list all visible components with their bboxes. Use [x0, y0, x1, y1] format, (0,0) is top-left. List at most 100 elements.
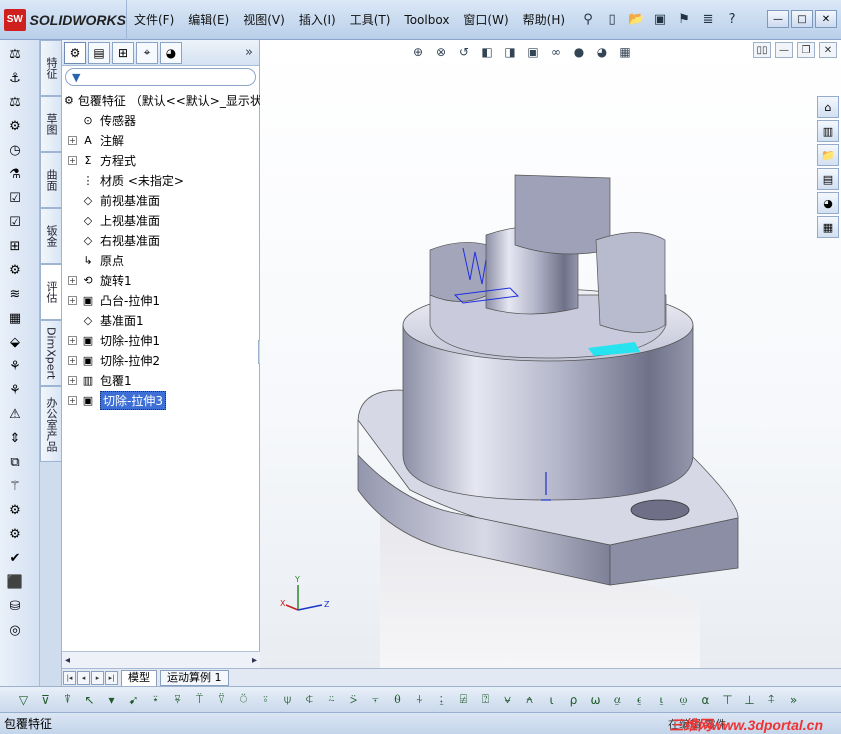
view-settings-icon[interactable]: ▦ [615, 42, 635, 62]
apply-scene-icon[interactable]: ◕ [592, 42, 612, 62]
filter-sketch-segments-icon[interactable]: ⍨ [322, 690, 341, 710]
document-tile-button[interactable]: ▯▯ [753, 42, 771, 58]
document-restore-button[interactable]: ❐ [797, 42, 815, 58]
menu-tools[interactable]: 工具(T) [343, 0, 398, 40]
tree-item[interactable]: ◇ 右视基准面 [62, 230, 259, 250]
display-manager-tab-icon[interactable]: ◕ [160, 41, 182, 64]
filter-midpoints-icon[interactable]: ⍩ [344, 690, 363, 710]
checkmark-icon[interactable]: ✔ [4, 548, 26, 568]
rebuild-icon[interactable]: ⚑ [674, 10, 694, 30]
previous-view-icon[interactable]: ↺ [454, 42, 474, 62]
zoom-to-fit-icon[interactable]: ⊕ [408, 42, 428, 62]
select-cursor-icon[interactable]: ↖ [80, 690, 99, 710]
display-style-icon[interactable]: ▣ [523, 42, 543, 62]
filter-geometric-tolerances-icon[interactable]: ⍯ [454, 690, 473, 710]
clear-filters-icon[interactable]: ⍒ [58, 690, 77, 710]
tree-expand-icon[interactable]: + [68, 375, 77, 385]
coin-stack-icon[interactable]: ⛁ [4, 596, 26, 616]
zoom-to-area-icon[interactable]: ⊗ [431, 42, 451, 62]
filter-face-icon[interactable]: ⊤ [718, 690, 737, 710]
section-properties-icon[interactable]: ⚖ [4, 92, 26, 112]
tree-item[interactable]: ↳ 原点 [62, 250, 259, 270]
costing-icon[interactable]: ⚚ [4, 476, 26, 496]
measure-icon[interactable]: ⚖ [4, 44, 26, 64]
scroll-left-icon[interactable]: ◂ [65, 655, 70, 666]
options-icon[interactable]: ≣ [698, 10, 718, 30]
tree-item[interactable]: ◇ 上视基准面 [62, 210, 259, 230]
prev-tab-icon[interactable]: ◂ [77, 670, 90, 685]
symmetry-check-icon[interactable]: ⚠ [4, 404, 26, 424]
filter-routing-points-icon[interactable]: ⍸ [652, 690, 671, 710]
filter-sketch-points-icon[interactable]: ⍧ [300, 690, 319, 710]
view-palette-icon[interactable]: ▤ [817, 168, 839, 190]
tree-expand-icon[interactable]: + [68, 295, 77, 305]
select-dropdown-icon[interactable]: ▾ [102, 690, 121, 710]
thickness-icon[interactable]: ⚘ [4, 380, 26, 400]
filter-centerlines-icon[interactable]: ⍬ [388, 690, 407, 710]
tree-item[interactable]: + ▣ 切除-拉伸2 [62, 350, 259, 370]
tree-horizontal-scrollbar[interactable]: ◂ ▸ [62, 651, 260, 668]
pointer-icon[interactable]: ➹ [124, 690, 143, 710]
filter-faces-icon[interactable]: ⍡ [190, 690, 209, 710]
file-explorer-icon[interactable]: 📁 [817, 144, 839, 166]
filter-centermarks-icon[interactable]: ⍪ [366, 690, 385, 710]
menu-help[interactable]: 帮助(H) [516, 0, 572, 40]
tab-evaluate[interactable]: 评估 [40, 264, 62, 320]
origin-toolbar-icon[interactable]: ⍏ [762, 690, 781, 710]
zebra-stripes-icon[interactable]: ≋ [4, 284, 26, 304]
graphics-area[interactable]: Y Z X ⊕ ⊗ ↺ ◧ ◨ ▣ ∞ ● ◕ ▦ ▯▯ — ❐ ✕ ⌂ ▥ 📁 [260, 40, 841, 668]
tree-item[interactable]: + ▣ 切除-拉伸1 [62, 330, 259, 350]
filter-toolbar-icon[interactable]: ▽ [14, 690, 33, 710]
edit-appearance-icon[interactable]: ● [569, 42, 589, 62]
configuration-manager-tab-icon[interactable]: ⊞ [112, 41, 134, 64]
filter-datum-features-icon[interactable]: ⍱ [498, 690, 517, 710]
maximize-button[interactable]: □ [791, 10, 813, 28]
filter-cosmetic-threads-icon[interactable]: ⍴ [564, 690, 583, 710]
next-tab-icon[interactable]: ▸ [91, 670, 104, 685]
filter-solid-icon[interactable]: ⍥ [234, 690, 253, 710]
filter-extra-icon[interactable]: ⊥ [740, 690, 759, 710]
filter-toggle-icon[interactable]: ⊽ [36, 690, 55, 710]
filter-planes-icon[interactable]: ⍦ [278, 690, 297, 710]
tree-item[interactable]: ◇ 前视基准面 [62, 190, 259, 210]
appearances-icon[interactable]: ◕ [817, 192, 839, 214]
filter-notes-icon[interactable]: ⍰ [476, 690, 495, 710]
tree-expand-icon[interactable]: + [68, 355, 77, 365]
tab-dimxpert[interactable]: DimXpert [40, 320, 62, 386]
simulation-icon[interactable]: ⚙ [4, 524, 26, 544]
expand-toolbar-icon[interactable]: » [784, 690, 803, 710]
tree-item[interactable]: + Σ 方程式 [62, 150, 259, 170]
tab-sheet-metal[interactable]: 钣金 [40, 208, 62, 264]
filter-surface-finish-icon[interactable]: ⍮ [432, 690, 451, 710]
property-manager-tab-icon[interactable]: ▤ [88, 41, 110, 64]
sensor-icon[interactable]: ⚙ [4, 116, 26, 136]
design-library-icon[interactable]: ▥ [817, 120, 839, 142]
sustainability-icon[interactable]: ⬛ [4, 572, 26, 592]
statistics-icon[interactable]: ◷ [4, 140, 26, 160]
design-study-icon[interactable]: ⚙ [4, 500, 26, 520]
view-orientation-icon[interactable]: ◨ [500, 42, 520, 62]
tree-item[interactable]: ◇ 基准面1 [62, 310, 259, 330]
help-icon[interactable]: ? [722, 10, 742, 30]
first-tab-icon[interactable]: |◂ [63, 670, 76, 685]
cd-icon[interactable]: ◎ [4, 620, 26, 640]
filter-blocks-icon[interactable]: ⍵ [586, 690, 605, 710]
import-diagnostics-icon[interactable]: ☑ [4, 212, 26, 232]
tree-root[interactable]: ⚙ 包覆特征 （默认<<默认>_显示状 [62, 90, 262, 110]
minimize-button[interactable]: — [767, 10, 789, 28]
feature-tree-tab-icon[interactable]: ⚙ [64, 41, 86, 64]
filter-connection-points-icon[interactable]: ⍷ [630, 690, 649, 710]
filter-edge-icon[interactable]: ⍺ [696, 690, 715, 710]
document-close-button[interactable]: ✕ [819, 42, 837, 58]
curvature-icon[interactable]: ⚙ [4, 260, 26, 280]
menu-file[interactable]: 文件(F) [127, 0, 181, 40]
save-icon[interactable]: ▣ [650, 10, 670, 30]
filter-surface-icon[interactable]: ⍢ [212, 690, 231, 710]
menu-toolbox[interactable]: Toolbox [397, 0, 456, 40]
pin-icon[interactable]: ⚲ [578, 10, 598, 30]
hide-show-items-icon[interactable]: ∞ [546, 42, 566, 62]
tab-surfaces[interactable]: 曲面 [40, 152, 62, 208]
menu-window[interactable]: 窗口(W) [456, 0, 515, 40]
menu-edit[interactable]: 编辑(E) [181, 0, 236, 40]
draft-analysis-icon[interactable]: ▦ [4, 308, 26, 328]
